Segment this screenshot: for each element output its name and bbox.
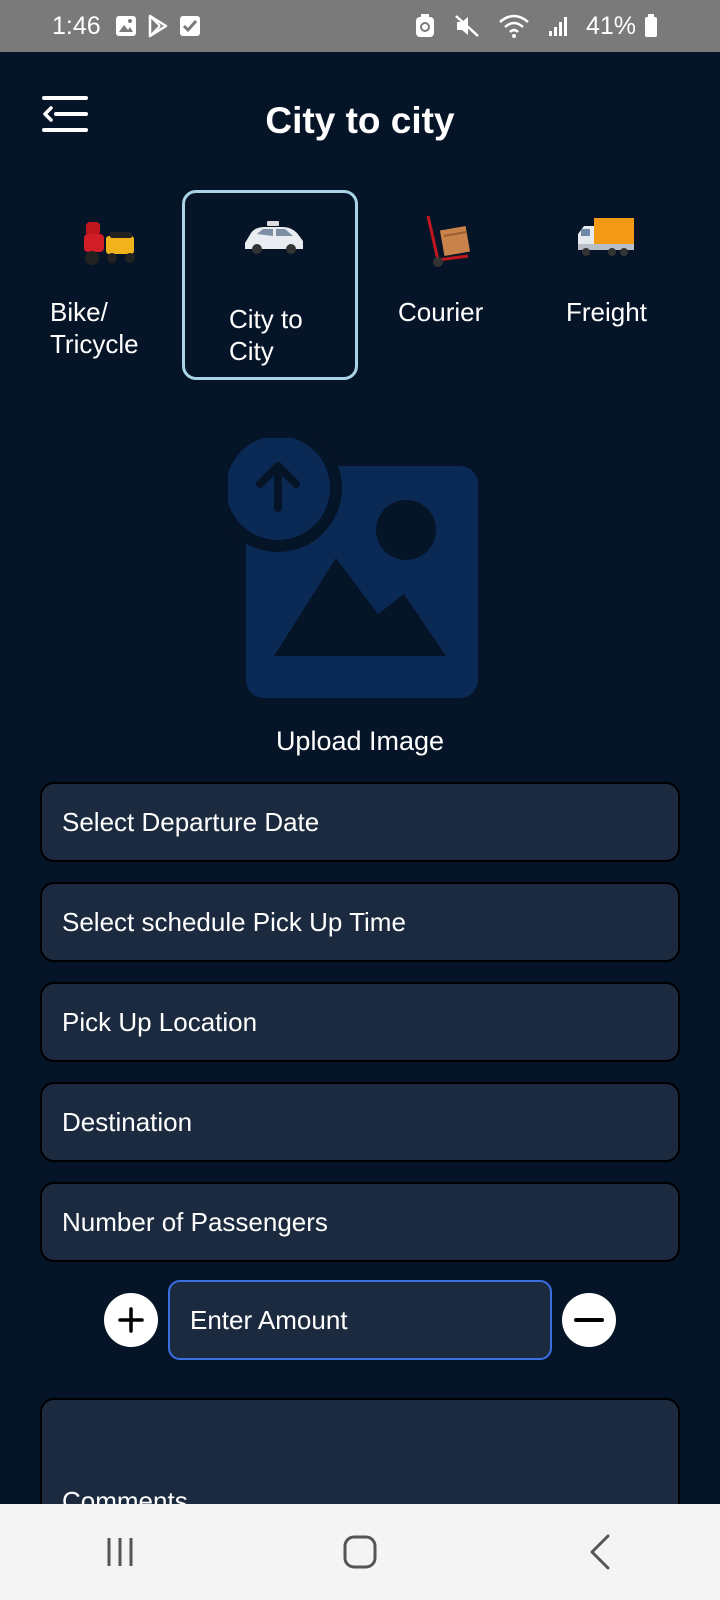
recent-apps-button[interactable]: [80, 1522, 160, 1582]
gallery-icon: [115, 15, 137, 37]
category-tabs: Bike/Tricycle City to City Courier Freig…: [0, 190, 720, 390]
increase-amount-button[interactable]: [104, 1293, 158, 1347]
back-button[interactable]: [560, 1522, 640, 1582]
mute-icon: [454, 14, 480, 38]
pickup-location-field[interactable]: Pick Up Location: [40, 982, 680, 1062]
category-label: Freight: [566, 297, 647, 327]
category-bike-tricycle[interactable]: Bike/Tricycle: [50, 190, 170, 380]
status-bar: 1:46 41%: [0, 0, 720, 52]
page-title: City to city: [265, 100, 455, 141]
category-courier[interactable]: Courier: [398, 190, 508, 380]
upload-image-icon: [214, 424, 478, 698]
passengers-field[interactable]: Number of Passengers: [40, 1182, 680, 1262]
category-label: Courier: [398, 297, 484, 327]
amount-row: Enter Amount: [0, 1280, 720, 1360]
home-button[interactable]: [320, 1522, 400, 1582]
status-time: 1:46: [52, 11, 101, 40]
courier-cart-icon: [424, 214, 534, 272]
category-freight[interactable]: Freight: [566, 190, 676, 380]
upload-image-button[interactable]: [214, 424, 488, 708]
battery-percent: 41%: [585, 11, 636, 40]
app-header: City to city: [0, 52, 720, 192]
home-icon: [343, 1535, 377, 1569]
battery-icon: [644, 14, 658, 38]
pickup-time-field[interactable]: Select schedule Pick Up Time: [40, 882, 680, 962]
recycle-icon: [414, 13, 436, 39]
destination-field[interactable]: Destination: [40, 1082, 680, 1162]
category-label: Bike/Tricycle: [50, 297, 139, 359]
category-city-to-city[interactable]: City to City: [182, 190, 358, 380]
departure-date-field[interactable]: Select Departure Date: [40, 782, 680, 862]
play-store-icon: [147, 14, 169, 38]
signal-icon: [548, 15, 568, 37]
minus-icon: [574, 1318, 604, 1322]
recent-apps-icon: [107, 1538, 133, 1566]
system-nav-bar: [0, 1504, 720, 1600]
category-label: City to City: [229, 304, 303, 366]
truck-icon: [576, 214, 686, 272]
car-icon: [241, 217, 367, 275]
decrease-amount-button[interactable]: [562, 1293, 616, 1347]
back-icon: [590, 1534, 610, 1570]
plus-icon: [118, 1307, 144, 1333]
upload-image-label: Upload Image: [275, 726, 445, 756]
bike-tricycle-icon: [50, 214, 170, 272]
amount-input[interactable]: Enter Amount: [168, 1280, 552, 1360]
checkbox-notification-icon: [179, 15, 201, 37]
wifi-icon: [498, 14, 530, 38]
